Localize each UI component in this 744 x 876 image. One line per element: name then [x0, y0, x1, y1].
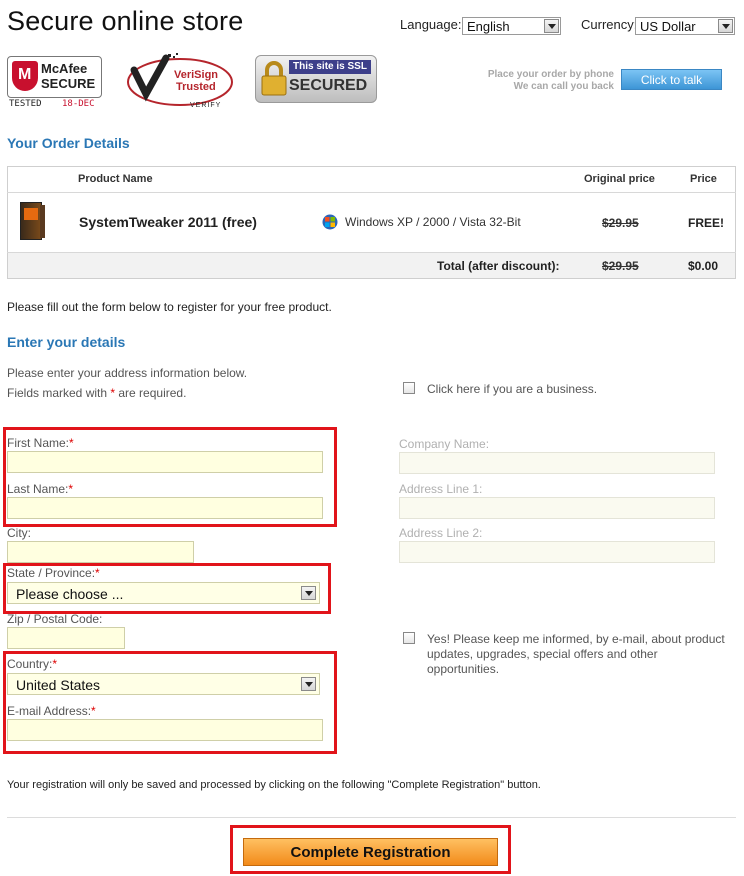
verisign-line1: VeriSign	[174, 69, 219, 81]
business-checkbox[interactable]	[403, 382, 415, 394]
address2-input[interactable]	[399, 541, 715, 563]
zip-label: Zip / Postal Code:	[7, 612, 103, 626]
divider	[7, 817, 736, 818]
mcafee-secure-badge[interactable]: M McAfee SECURE TESTED 18-DEC	[7, 56, 102, 112]
total-price: $0.00	[688, 259, 719, 273]
mcafee-line1: McAfee	[41, 61, 88, 76]
required-hint-post: are required.	[115, 386, 187, 400]
address1-input[interactable]	[399, 497, 715, 519]
store-title: Secure online store	[7, 6, 244, 36]
verisign-trusted-badge[interactable]: VeriSign Trusted VERIFY	[124, 52, 234, 112]
currency-select[interactable]: US Dollar	[635, 17, 735, 35]
price-free: FREE!	[688, 216, 724, 230]
ssl-line2: SECURED	[289, 77, 368, 94]
verisign-verify: VERIFY	[190, 102, 222, 109]
chevron-down-icon	[544, 19, 559, 33]
mcafee-tested: TESTED	[9, 99, 42, 109]
business-checkbox-label[interactable]: Click here if you are a business.	[427, 382, 597, 396]
required-hint-pre: Fields marked with	[7, 386, 111, 400]
col-price: Price	[690, 173, 717, 185]
total-original-price: $29.95	[602, 259, 639, 273]
order-details-heading: Your Order Details	[7, 135, 130, 151]
newsletter-label[interactable]: Yes! Please keep me informed, by e-mail,…	[427, 632, 727, 677]
col-original-price: Original price	[584, 173, 655, 185]
address2-label: Address Line 2:	[399, 526, 483, 540]
chevron-down-icon	[718, 19, 733, 33]
highlight-box	[3, 563, 331, 614]
newsletter-checkbox[interactable]	[403, 632, 415, 644]
click-to-talk-button[interactable]: Click to talk	[621, 69, 722, 90]
mcafee-shield-icon: M	[12, 61, 38, 91]
padlock-icon	[261, 61, 287, 96]
company-label: Company Name:	[399, 437, 490, 451]
divider	[7, 192, 736, 193]
language-select[interactable]: English	[462, 17, 561, 35]
original-price: $29.95	[602, 216, 639, 230]
enter-details-heading: Enter your details	[7, 334, 126, 350]
currency-label: Currency:	[581, 17, 638, 32]
address1-label: Address Line 1:	[399, 482, 483, 496]
product-box-icon	[20, 200, 46, 240]
language-value: English	[467, 19, 510, 34]
form-intro: Please fill out the form below to regist…	[7, 300, 332, 314]
address-hint: Please enter your address information be…	[7, 366, 248, 380]
col-product-name: Product Name	[78, 173, 153, 185]
city-label: City:	[7, 526, 31, 540]
ssl-secured-badge[interactable]: This site is SSL SECURED	[255, 55, 377, 105]
complete-registration-button[interactable]: Complete Registration	[243, 838, 498, 866]
phone-line2: We can call you back	[513, 81, 614, 92]
zip-input[interactable]	[7, 627, 125, 649]
platform-text: Windows XP / 2000 / Vista 32-Bit	[345, 215, 521, 229]
mcafee-date: 18-DEC	[62, 99, 95, 109]
registration-notice: Your registration will only be saved and…	[7, 779, 541, 791]
currency-value: US Dollar	[640, 19, 696, 34]
total-label: Total (after discount):	[437, 259, 560, 273]
ssl-line1: This site is SSL	[289, 60, 371, 74]
phone-order-text: Place your order by phone We can call yo…	[488, 69, 614, 93]
highlight-box	[3, 651, 337, 754]
windows-logo-icon	[322, 214, 338, 230]
city-input[interactable]	[7, 541, 194, 563]
required-hint: Fields marked with * are required.	[7, 386, 186, 400]
phone-line1: Place your order by phone	[487, 69, 614, 80]
product-name: SystemTweaker 2011 (free)	[79, 214, 257, 230]
company-input[interactable]	[399, 452, 715, 474]
verisign-line2: Trusted	[176, 81, 216, 93]
language-label: Language:	[400, 17, 462, 32]
highlight-box	[3, 427, 337, 527]
mcafee-line2: SECURE	[41, 76, 96, 91]
